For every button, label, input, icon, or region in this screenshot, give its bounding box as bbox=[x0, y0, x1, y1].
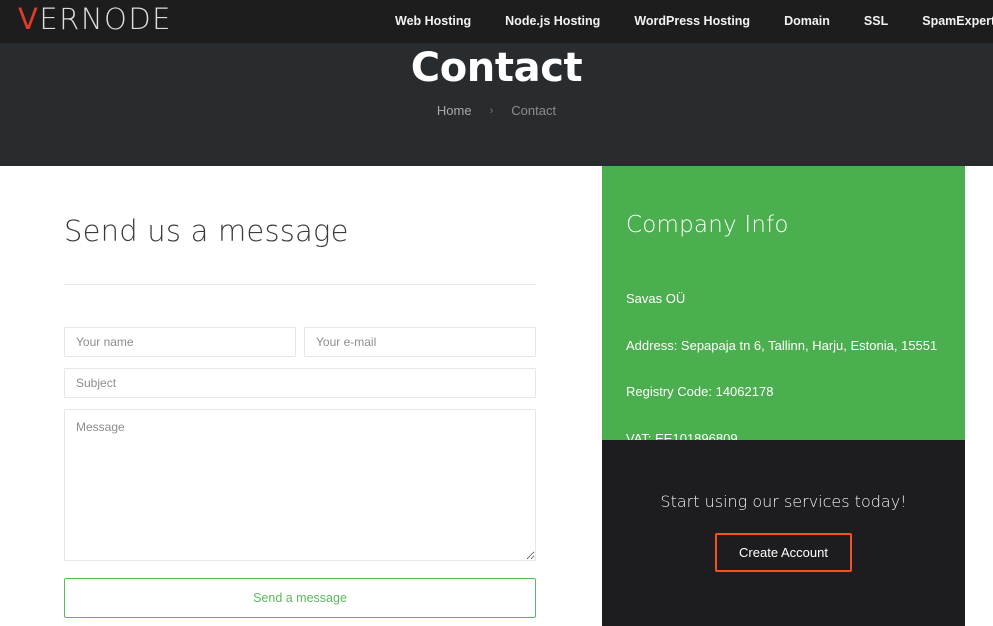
breadcrumb-home-link[interactable]: Home bbox=[419, 103, 490, 118]
top-navigation-bar: VERNODE Web Hosting Node.js Hosting Word… bbox=[0, 0, 993, 43]
section-divider bbox=[64, 284, 536, 285]
cta-text: Start using our services today! bbox=[660, 492, 907, 511]
nav-item-domain[interactable]: Domain bbox=[767, 0, 847, 43]
page-hero: Contact Home › Contact bbox=[0, 43, 993, 166]
company-info-panel: Company Info Savas OÜ Address: Sepapaja … bbox=[602, 166, 965, 446]
company-address: Address: Sepapaja tn 6, Tallinn, Harju, … bbox=[626, 337, 938, 353]
breadcrumb: Home › Contact bbox=[0, 103, 993, 118]
subject-input[interactable] bbox=[64, 368, 536, 398]
nav-item-web-hosting[interactable]: Web Hosting bbox=[378, 0, 488, 43]
breadcrumb-current: Contact bbox=[511, 103, 557, 118]
form-heading: Send us a message bbox=[64, 214, 349, 248]
create-account-button[interactable]: Create Account bbox=[715, 533, 852, 572]
company-registry-code: Registry Code: 14062178 bbox=[626, 384, 774, 400]
company-info-heading: Company Info bbox=[626, 212, 789, 238]
contact-form-column: Send us a message Send a message bbox=[64, 166, 536, 618]
send-message-button[interactable]: Send a message bbox=[64, 578, 536, 618]
main-nav: Web Hosting Node.js Hosting WordPress Ho… bbox=[378, 0, 993, 43]
contact-form: Send a message bbox=[64, 327, 536, 618]
cta-panel: Start using our services today! Create A… bbox=[602, 440, 965, 626]
company-name: Savas OÜ bbox=[626, 291, 686, 306]
logo-accent-letter: V bbox=[18, 2, 40, 36]
nav-item-wordpress-hosting[interactable]: WordPress Hosting bbox=[617, 0, 767, 43]
message-textarea[interactable] bbox=[64, 409, 536, 561]
name-email-row bbox=[64, 327, 536, 357]
page-title: Contact bbox=[410, 45, 583, 91]
main-content: Send us a message Send a message Company… bbox=[0, 166, 993, 626]
nav-item-nodejs-hosting[interactable]: Node.js Hosting bbox=[488, 0, 617, 43]
nav-item-spamexperts[interactable]: SpamExperts bbox=[905, 0, 993, 43]
nav-item-ssl[interactable]: SSL bbox=[847, 0, 905, 43]
email-input[interactable] bbox=[304, 327, 536, 357]
name-input[interactable] bbox=[64, 327, 296, 357]
logo-text: ERNODE bbox=[39, 2, 172, 36]
site-logo[interactable]: VERNODE bbox=[18, 2, 172, 36]
